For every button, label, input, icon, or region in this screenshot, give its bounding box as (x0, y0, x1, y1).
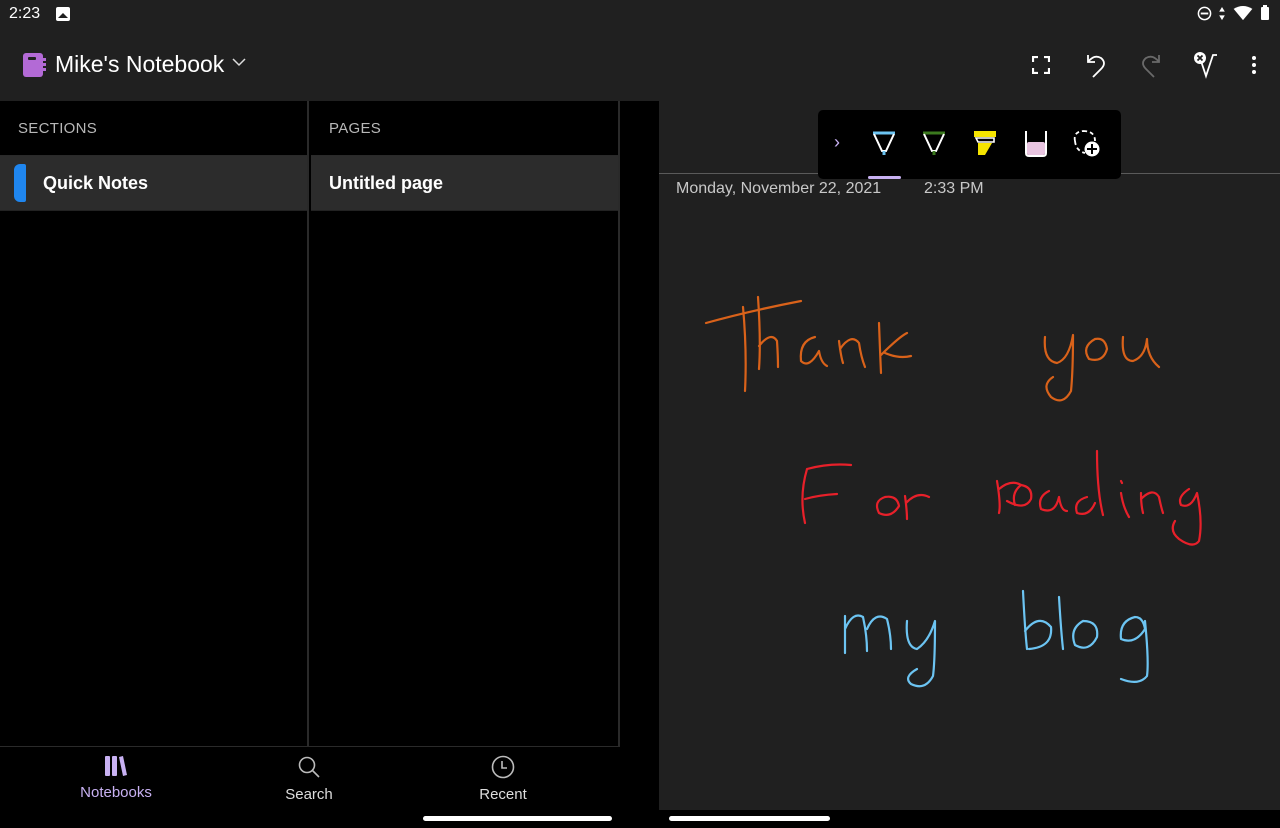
page-time: 2:33 PM (924, 180, 984, 197)
more-options-button[interactable] (1237, 48, 1271, 82)
clock-icon (491, 755, 515, 779)
toolbar-expand-button[interactable]: › (834, 132, 840, 153)
nav-recent-label: Recent (479, 786, 527, 803)
highlighter-icon-yellow (974, 131, 996, 155)
page-canvas[interactable]: Monday, November 22, 2021 2:33 PM (659, 101, 1280, 810)
fullscreen-icon (1032, 56, 1050, 74)
redo-icon (1142, 55, 1160, 78)
ink-to-shape-icon (1194, 52, 1217, 79)
panel-divider (620, 101, 659, 828)
search-icon (298, 756, 320, 778)
svg-text:4: 4 (1246, 15, 1250, 21)
status-bar: 2:23 4 (0, 0, 1280, 30)
sections-header: SECTIONS (0, 101, 307, 156)
do-not-disturb-icon (1197, 6, 1212, 20)
highlighter-pink[interactable] (1018, 126, 1054, 162)
gesture-bar-right[interactable] (669, 816, 830, 821)
pen-green[interactable] (916, 126, 952, 162)
status-icons: 4 (1197, 5, 1270, 21)
page-item-untitled[interactable]: Untitled page (311, 156, 618, 211)
nav-search-label: Search (285, 786, 333, 803)
page-label: Untitled page (329, 172, 444, 193)
pen-toolbar: › (818, 110, 1121, 179)
section-label: Quick Notes (43, 172, 149, 193)
nav-search[interactable]: Search (249, 755, 369, 803)
nav-notebooks[interactable]: Notebooks (56, 755, 176, 801)
gesture-bar-left[interactable] (423, 816, 612, 821)
pages-header: PAGES (311, 101, 618, 156)
pen-icon-light-blue (873, 131, 895, 155)
highlighter-icon-pink (1025, 131, 1047, 157)
undo-button[interactable] (1079, 48, 1113, 82)
page-date: Monday, November 22, 2021 (676, 180, 882, 197)
section-color-tab-icon (14, 164, 26, 202)
fullscreen-button[interactable] (1024, 48, 1058, 82)
navigation-panel: SECTIONS Quick Notes PAGES Untitled page (0, 101, 620, 746)
more-options-icon (1252, 56, 1256, 74)
lasso-add-icon (1073, 130, 1100, 157)
sections-column: SECTIONS Quick Notes (0, 101, 309, 746)
notebook-title[interactable]: Mike's Notebook (55, 51, 224, 78)
nav-notebooks-label: Notebooks (80, 784, 152, 801)
highlighter-yellow[interactable] (967, 126, 1003, 162)
gallery-icon (56, 7, 70, 21)
pen-icon-green (923, 131, 945, 155)
status-time: 2:23 (9, 5, 41, 22)
battery-icon (1261, 5, 1269, 20)
pages-column: PAGES Untitled page (311, 101, 620, 746)
nav-recent[interactable]: Recent (443, 755, 563, 803)
ink-to-shape-button[interactable] (1189, 48, 1223, 82)
section-item-quick-notes[interactable]: Quick Notes (0, 156, 307, 211)
notebook-icon (23, 53, 46, 77)
app-header: Mike's Notebook (0, 30, 1280, 101)
notebooks-icon (105, 756, 127, 776)
data-arrows-icon (1219, 6, 1225, 20)
lasso-select-add[interactable] (1069, 126, 1105, 162)
selected-tool-indicator (868, 176, 901, 179)
pen-light-blue[interactable] (866, 126, 902, 162)
redo-button[interactable] (1134, 48, 1168, 82)
chevron-down-icon[interactable] (232, 54, 246, 70)
undo-icon (1087, 55, 1105, 78)
wifi-icon: 4 (1233, 5, 1253, 21)
